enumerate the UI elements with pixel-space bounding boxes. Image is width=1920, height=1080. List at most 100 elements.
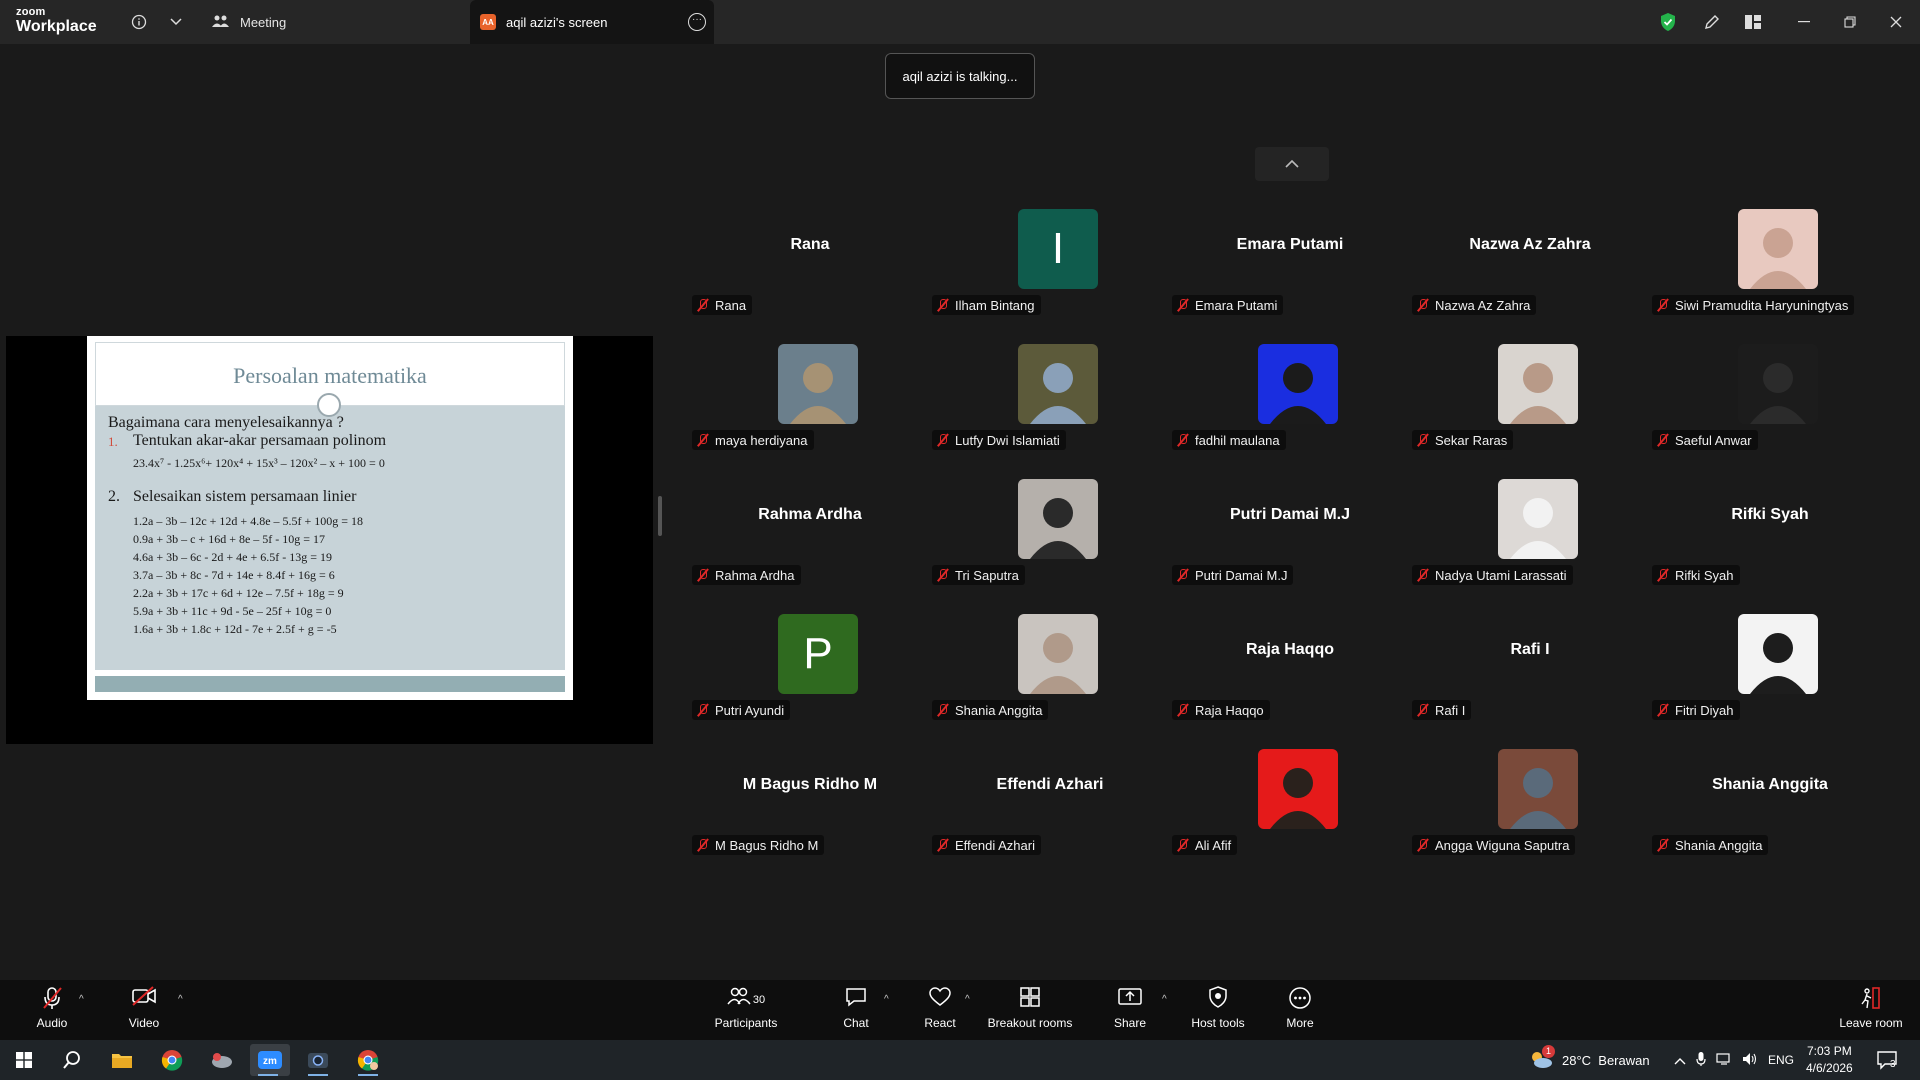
linear-equation: 3.7a – 3b + 8c - 7d + 14e + 8.4f + 16g =…	[133, 568, 335, 582]
tab-meeting[interactable]: Meeting	[212, 9, 286, 35]
avatar-photo	[1738, 209, 1818, 289]
participant-tile[interactable]: Siwi Pramudita Haryuningtyas	[1652, 209, 1888, 341]
weather-widget[interactable]: 1 28°C Berawan	[1528, 1040, 1650, 1080]
participant-tile[interactable]: Rafi I Rafi I	[1412, 614, 1648, 746]
item2-number: 2.	[108, 488, 120, 505]
participant-name: Saeful Anwar	[1675, 432, 1752, 448]
microphone-tray-icon[interactable]	[1696, 1051, 1706, 1070]
network-tray-icon[interactable]	[1716, 1052, 1732, 1069]
windows-start-icon[interactable]	[6, 1044, 42, 1076]
slide-footer-bar	[95, 676, 565, 692]
info-icon[interactable]	[127, 10, 151, 34]
participant-name-tag: Rahma Ardha	[692, 565, 801, 585]
participant-name-tag: Raja Haqqo	[1172, 700, 1270, 720]
chat-options-caret-icon[interactable]: ^	[884, 994, 889, 1005]
network-app-icon[interactable]	[204, 1044, 240, 1076]
participant-tile[interactable]: P Putri Ayundi	[692, 614, 928, 746]
participant-tile[interactable]: Nadya Utami Larassati	[1412, 479, 1648, 611]
tab-shared-screen[interactable]: AA aqil azizi's screen ···	[470, 0, 714, 44]
muted-mic-icon	[936, 298, 950, 312]
minimize-icon[interactable]	[1792, 10, 1816, 34]
video-options-caret-icon[interactable]: ^	[178, 994, 183, 1005]
participant-tile[interactable]: Raja Haqqo Raja Haqqo	[1172, 614, 1408, 746]
participant-name: Lutfy Dwi Islamiati	[955, 432, 1060, 448]
slide-body: Bagaimana cara menyelesaikannya ? 1. Ten…	[95, 406, 565, 670]
volume-tray-icon[interactable]	[1742, 1052, 1758, 1069]
share-button[interactable]: Share	[1090, 986, 1170, 1036]
participant-name: Raja Haqqo	[1195, 702, 1264, 718]
muted-mic-icon	[696, 433, 710, 447]
zoom-taskbar-icon[interactable]: zm	[250, 1044, 290, 1076]
share-options-caret-icon[interactable]: ^	[1162, 994, 1167, 1005]
search-icon[interactable]	[54, 1044, 90, 1076]
notification-center-icon[interactable]: 3	[1876, 1040, 1897, 1080]
participant-tile[interactable]: Fitri Diyah	[1652, 614, 1888, 746]
participant-tile[interactable]: Lutfy Dwi Islamiati	[932, 344, 1168, 476]
gallery-prev-page-button[interactable]	[1255, 147, 1329, 181]
participant-tile[interactable]: Ali Afif	[1172, 749, 1408, 881]
tray-expand-icon[interactable]	[1674, 1053, 1686, 1068]
participant-name: Nazwa Az Zahra	[1435, 297, 1531, 313]
shared-screen-view[interactable]: Persoalan matematika Bagaimana cara meny…	[6, 336, 653, 744]
participant-tile[interactable]: M Bagus Ridho M M Bagus Ridho M	[692, 749, 928, 881]
zoom-logo: zoom Workplace	[16, 7, 97, 35]
participant-name-tag: Fitri Diyah	[1652, 700, 1740, 720]
breakout-rooms-button[interactable]: Breakout rooms	[980, 986, 1080, 1036]
chrome-icon[interactable]	[154, 1044, 190, 1076]
annotate-pen-icon[interactable]	[1700, 10, 1724, 34]
participant-name-tag: Emara Putami	[1172, 295, 1284, 315]
clock-time: 7:03 PM	[1807, 1044, 1852, 1058]
file-explorer-icon[interactable]	[104, 1044, 140, 1076]
participant-tile[interactable]: Shania Anggita Shania Anggita	[1652, 749, 1888, 881]
participant-tile[interactable]: I Ilham Bintang	[932, 209, 1168, 341]
participant-tile[interactable]: Angga Wiguna Saputra	[1412, 749, 1648, 881]
video-off-icon	[104, 986, 184, 1014]
more-button[interactable]: More	[1260, 986, 1340, 1036]
participant-tile[interactable]: Effendi Azhari Effendi Azhari	[932, 749, 1168, 881]
participant-display-name: Rifki Syah	[1731, 506, 1809, 523]
muted-mic-icon	[1176, 433, 1190, 447]
participant-tile[interactable]: Nazwa Az Zahra Nazwa Az Zahra	[1412, 209, 1648, 341]
split-resize-handle[interactable]	[658, 496, 662, 536]
participant-name: Nadya Utami Larassati	[1435, 567, 1567, 583]
participant-tile[interactable]: Sekar Raras	[1412, 344, 1648, 476]
breakout-rooms-icon	[980, 986, 1080, 1014]
participant-name: Sekar Raras	[1435, 432, 1508, 448]
chevron-down-icon[interactable]	[164, 10, 188, 34]
chrome-profile-icon[interactable]	[350, 1044, 386, 1076]
clock[interactable]: 7:03 PM 4/6/2026	[1806, 1040, 1853, 1080]
participant-tile[interactable]: Putri Damai M.J Putri Damai M.J	[1172, 479, 1408, 611]
linear-equation: 4.6a + 3b – 6c - 2d + 4e + 6.5f - 13g = …	[133, 550, 333, 564]
slide-decoration-circle	[317, 393, 341, 417]
host-tools-button[interactable]: Host tools	[1178, 986, 1258, 1036]
participant-name: Ilham Bintang	[955, 297, 1035, 313]
screen-tab-label: aqil azizi's screen	[506, 14, 608, 30]
participant-name-tag: Nadya Utami Larassati	[1412, 565, 1573, 585]
leave-room-icon	[1826, 986, 1916, 1014]
view-layout-icon[interactable]	[1741, 10, 1765, 34]
participant-name: Fitri Diyah	[1675, 702, 1734, 718]
participants-button[interactable]: 30 Participants	[706, 986, 786, 1036]
close-icon[interactable]	[1884, 10, 1908, 34]
participant-tile[interactable]: Rahma Ardha Rahma Ardha	[692, 479, 928, 611]
participant-tile[interactable]: Tri Saputra	[932, 479, 1168, 611]
participant-tile[interactable]: maya herdiyana	[692, 344, 928, 476]
participant-tile[interactable]: Rifki Syah Rifki Syah	[1652, 479, 1888, 611]
participant-tile[interactable]: fadhil maulana	[1172, 344, 1408, 476]
participant-tile[interactable]: Rana Rana	[692, 209, 928, 341]
language-indicator[interactable]: ENG	[1768, 1053, 1794, 1067]
audio-options-caret-icon[interactable]: ^	[79, 994, 84, 1005]
participant-name-tag: Rana	[692, 295, 753, 315]
leave-room-button[interactable]: Leave room	[1826, 986, 1916, 1036]
muted-mic-icon	[936, 568, 950, 582]
participant-name: Rahma Ardha	[715, 567, 795, 583]
participant-tile[interactable]: Emara Putami Emara Putami	[1172, 209, 1408, 341]
video-button[interactable]: Video	[104, 986, 184, 1036]
security-shield-icon[interactable]	[1656, 10, 1680, 34]
participant-tile[interactable]: Shania Anggita	[932, 614, 1168, 746]
camera-app-icon[interactable]	[300, 1044, 336, 1076]
react-options-caret-icon[interactable]: ^	[965, 994, 970, 1005]
more-options-icon[interactable]: ···	[688, 13, 706, 31]
participant-tile[interactable]: Saeful Anwar	[1652, 344, 1888, 476]
restore-icon[interactable]	[1838, 10, 1862, 34]
